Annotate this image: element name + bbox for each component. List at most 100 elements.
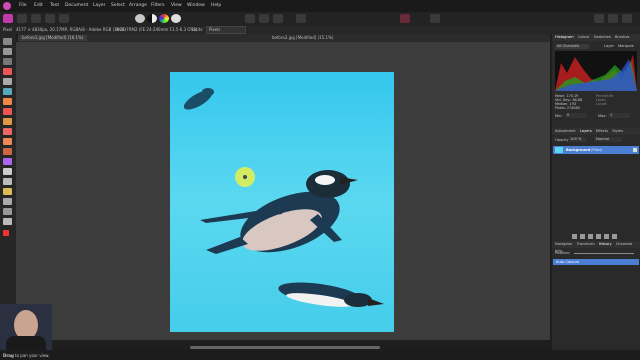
- assistant-icon[interactable]: [400, 14, 410, 23]
- opacity-field[interactable]: 100 %: [568, 137, 586, 142]
- tab-swatches[interactable]: Swatches: [594, 35, 611, 39]
- shape-tool-icon[interactable]: [3, 208, 12, 215]
- layers-tabs: Adjustment Layers Effects Styles: [552, 128, 640, 135]
- eraser-icon[interactable]: [3, 128, 12, 135]
- flood-select-icon[interactable]: [3, 78, 12, 85]
- refine-icon[interactable]: [273, 14, 283, 23]
- layer-option[interactable]: Layer: [604, 44, 614, 48]
- view-options-icon[interactable]: [622, 14, 632, 23]
- history-item-label: Auto Colours: [556, 260, 580, 264]
- quick-mask-icon[interactable]: [259, 14, 269, 23]
- marquee-option[interactable]: Marquee: [618, 44, 634, 48]
- stat-count: Count:: [596, 102, 608, 106]
- dodge-tool-icon[interactable]: [3, 148, 12, 155]
- tab-navigator[interactable]: Navigator: [555, 242, 573, 246]
- liquify-persona-icon[interactable]: [17, 14, 27, 23]
- menu-window[interactable]: Window: [187, 3, 205, 8]
- selection-brush-icon[interactable]: [3, 68, 12, 75]
- freehand-select-icon[interactable]: [3, 98, 12, 105]
- menu-help[interactable]: Help: [211, 3, 221, 8]
- menu-document[interactable]: Document: [65, 3, 88, 8]
- snapping-icon[interactable]: [296, 14, 306, 23]
- layer-visibility-checkbox[interactable]: [633, 148, 637, 152]
- penguin-photo[interactable]: [170, 72, 394, 332]
- tab-channels[interactable]: Channels: [616, 242, 633, 246]
- view-tool-icon[interactable]: [3, 38, 12, 45]
- max-field[interactable]: 1: [608, 113, 630, 118]
- colour-picker-icon[interactable]: [3, 108, 12, 115]
- right-panels: Histogram Colour Swatches Brushes All Ch…: [552, 34, 640, 350]
- tab-histogram[interactable]: Histogram: [555, 35, 574, 39]
- selection-mode-icon[interactable]: [245, 14, 255, 23]
- export-persona-icon[interactable]: [59, 14, 69, 23]
- auto-white-balance-icon[interactable]: [171, 14, 181, 23]
- auto-colours-icon[interactable]: [159, 14, 169, 23]
- move-tool-icon[interactable]: [3, 48, 12, 55]
- menu-edit[interactable]: Edit: [34, 3, 43, 8]
- tab-colour[interactable]: Colour: [578, 35, 590, 39]
- history-position-slider[interactable]: [574, 253, 634, 254]
- tab-layers[interactable]: Layers: [580, 129, 592, 133]
- tab-adjustment[interactable]: Adjustment: [555, 129, 576, 133]
- histogram-stats-right: Percentile: Level: Count:: [596, 94, 614, 106]
- add-fx-icon[interactable]: [588, 234, 593, 239]
- tab-brushes[interactable]: Brushes: [615, 35, 629, 39]
- menu-filters[interactable]: Filters: [151, 3, 165, 8]
- add-layer-icon[interactable]: [572, 234, 577, 239]
- layer-row-background[interactable]: Background (Pixel): [553, 146, 639, 154]
- marquee-tool-icon[interactable]: [3, 88, 12, 95]
- horizontal-scrollbar[interactable]: [190, 346, 380, 349]
- auto-levels-icon[interactable]: [135, 14, 145, 23]
- history-item-auto-colours[interactable]: Auto Colours: [553, 259, 639, 265]
- tab-before1[interactable]: before1.jpg [Modified] (16.1%): [18, 35, 88, 41]
- crop-tool-icon[interactable]: [3, 58, 12, 65]
- tab-transform[interactable]: Transform: [577, 242, 595, 246]
- blend-mode-select[interactable]: Normal: [594, 137, 622, 142]
- blur-tool-icon[interactable]: [3, 168, 12, 175]
- units-label: Units:: [192, 27, 204, 32]
- menu-layer[interactable]: Layer: [93, 3, 106, 8]
- text-tool-icon[interactable]: [3, 218, 12, 225]
- pen-tool-icon[interactable]: [3, 198, 12, 205]
- webcam-overlay: [0, 304, 52, 350]
- stat-pixels: Pixels: 274080: [555, 106, 580, 110]
- paint-brush-icon[interactable]: [3, 118, 12, 125]
- menu-select[interactable]: Select: [111, 3, 125, 8]
- tab-styles[interactable]: Styles: [612, 129, 623, 133]
- toolbar: [0, 12, 640, 26]
- menu-text[interactable]: Text: [50, 3, 59, 8]
- zoom-in-icon[interactable]: [608, 14, 618, 23]
- menu-arrange[interactable]: Arrange: [129, 3, 147, 8]
- menu-view[interactable]: View: [171, 3, 182, 8]
- brush-mode-icon[interactable]: [430, 14, 440, 23]
- fill-tool-icon[interactable]: [3, 138, 12, 145]
- photo-persona-icon[interactable]: [3, 14, 13, 23]
- inpainting-tool-icon[interactable]: [3, 178, 12, 185]
- camera-info: ILCE-7RM2 (FE 24-240mm F3.5-6.3 OSS): [116, 27, 198, 32]
- app-logo: [3, 2, 11, 10]
- group-icon[interactable]: [604, 234, 609, 239]
- add-adjustment-icon[interactable]: [580, 234, 585, 239]
- delete-layer-icon[interactable]: [612, 234, 617, 239]
- document-tabs: before1.jpg [Modified] (16.1%) before2.j…: [18, 34, 550, 42]
- menu-file[interactable]: File: [19, 3, 27, 8]
- add-mask-icon[interactable]: [596, 234, 601, 239]
- presenter-body: [6, 336, 46, 350]
- tab-history[interactable]: History: [599, 242, 612, 246]
- min-field[interactable]: 0: [565, 113, 587, 118]
- units-select[interactable]: Pixels: [206, 26, 246, 34]
- tone-map-persona-icon[interactable]: [45, 14, 55, 23]
- channel-select[interactable]: All Channels: [555, 44, 589, 49]
- tab-before2[interactable]: before2.jpg [Modified] (15.1%): [268, 35, 337, 41]
- red-eye-tool-icon[interactable]: [3, 188, 12, 195]
- tab-effects[interactable]: Effects: [596, 129, 608, 133]
- zoom-out-icon[interactable]: [594, 14, 604, 23]
- document-info: 4177 × 4830px, 20.17MP, RGBA/8 - Adobe R…: [16, 27, 126, 32]
- histogram-tabs: Histogram Colour Swatches Brushes: [552, 34, 640, 41]
- clone-tool-icon[interactable]: [3, 158, 12, 165]
- auto-contrast-icon[interactable]: [147, 14, 157, 23]
- layer-thumbnail: [555, 147, 563, 153]
- status-hint-text: to pan your view.: [15, 353, 50, 358]
- primary-colour-swatch[interactable]: [3, 230, 9, 236]
- develop-persona-icon[interactable]: [31, 14, 41, 23]
